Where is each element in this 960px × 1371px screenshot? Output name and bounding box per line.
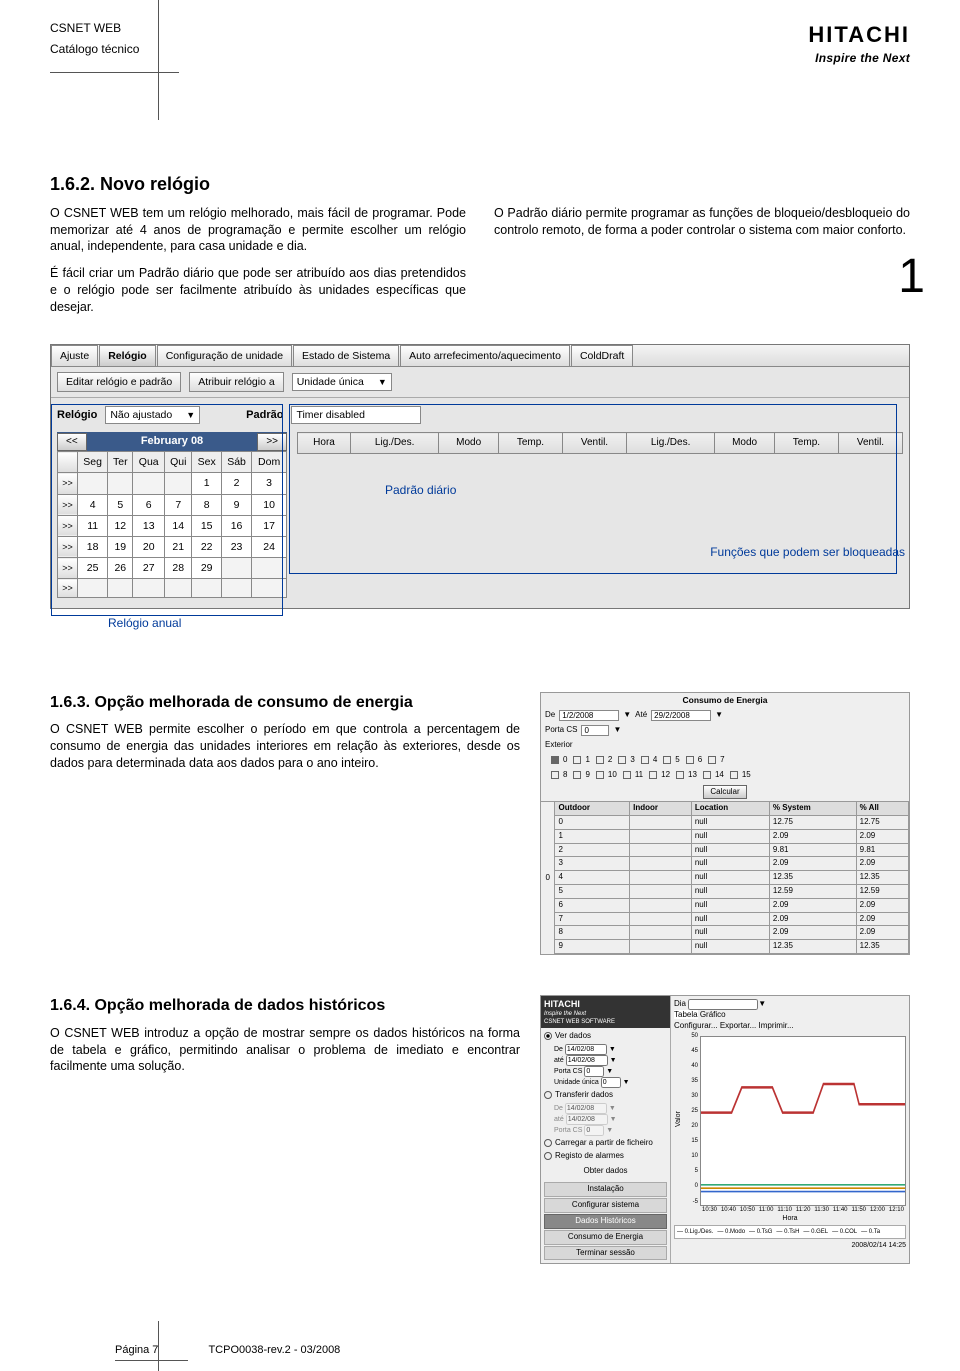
chapter-number: 1 — [898, 245, 925, 310]
para-162-3: O Padrão diário permite programar as fun… — [494, 205, 910, 239]
tab-config-unidade[interactable]: Configuração de unidade — [157, 345, 292, 366]
chevron-down-icon[interactable]: ▼ — [715, 710, 723, 721]
chart-legend: — 0.Lig./Des. — 0.Modo — 0.TsG — 0.TsH —… — [674, 1225, 906, 1239]
chevron-down-icon[interactable]: ▼ — [613, 725, 621, 736]
screenshot-consumo-energia: Consumo de Energia De ▼ Até ▼ Porta CS ▼ — [540, 692, 910, 955]
para-162-2: É fácil criar um Padrão diário que pode … — [50, 265, 466, 316]
tab-ajuste[interactable]: Ajuste — [51, 345, 98, 366]
page-number: Página 7 — [115, 1343, 188, 1361]
screenshot-dados-historicos: HITACHI Inspire the Next CSNET WEB SOFTW… — [540, 995, 910, 1264]
tab-colddraft[interactable]: ColdDraft — [571, 345, 633, 366]
tab-grafico[interactable]: Gráfico — [700, 1010, 726, 1019]
consumo-table: OutdoorIndoorLocation% System% All 0null… — [554, 801, 909, 954]
timestamp: 2008/02/14 14:25 — [674, 1241, 906, 1250]
tab-tabela[interactable]: Tabela — [674, 1010, 698, 1019]
radio-transferir[interactable] — [544, 1091, 552, 1099]
nav-consumo[interactable]: Consumo de Energia — [544, 1230, 667, 1245]
page-footer: Página 7 TCPO0038-rev.2 - 03/2008 — [115, 1343, 960, 1361]
de-input[interactable] — [559, 710, 619, 721]
unit-select[interactable]: Unidade única▼ — [292, 373, 392, 391]
hitachi-tagline: Inspire the Next — [808, 50, 910, 66]
header-subtitle: Catálogo técnico — [50, 41, 139, 57]
nav-terminar[interactable]: Terminar sessão — [544, 1246, 667, 1261]
imprimir-button[interactable]: Imprimir... — [759, 1021, 794, 1030]
tab-auto-arref[interactable]: Auto arrefecimento/aquecimento — [400, 345, 570, 366]
section-heading-163: 1.6.3. Opção melhorada de consumo de ene… — [50, 692, 520, 714]
radio-carregar[interactable] — [544, 1139, 552, 1147]
para-163-1: O CSNET WEB permite escolher o período e… — [50, 721, 520, 772]
chevron-down-icon: ▼ — [378, 376, 387, 388]
exportar-button[interactable]: Exportar... — [720, 1021, 756, 1030]
para-164-1: O CSNET WEB introduz a opção de mostrar … — [50, 1025, 520, 1076]
nav-instalacao[interactable]: Instalação — [544, 1182, 667, 1197]
obter-dados-button[interactable]: Obter dados — [583, 1166, 627, 1175]
hitachi-logo: HITACHI — [808, 20, 910, 50]
section-heading-164: 1.6.4. Opção melhorada de dados históric… — [50, 995, 520, 1017]
header-title: CSNET WEB — [50, 20, 139, 36]
main-tabs: Ajuste Relógio Configuração de unidade E… — [51, 345, 909, 367]
doc-ref: TCPO0038-rev.2 - 03/2008 — [208, 1343, 340, 1358]
ate-input[interactable] — [651, 710, 711, 721]
chevron-down-icon[interactable]: ▼ — [623, 710, 631, 721]
history-chart — [700, 1036, 906, 1206]
screenshot-novo-relogio: Ajuste Relógio Configuração de unidade E… — [50, 344, 910, 610]
tab-relogio[interactable]: Relógio — [99, 345, 156, 366]
porta-input[interactable] — [581, 725, 609, 736]
nav-configurar[interactable]: Configurar sistema — [544, 1198, 667, 1213]
radio-ver-dados[interactable] — [544, 1032, 552, 1040]
radio-registo[interactable] — [544, 1152, 552, 1160]
page-header: CSNET WEB Catálogo técnico HITACHI Inspi… — [50, 20, 910, 82]
calcular-button[interactable]: Calcular — [703, 785, 746, 800]
nav-dados-historicos[interactable]: Dados Históricos — [544, 1214, 667, 1229]
configurar-button[interactable]: Configurar... — [674, 1021, 718, 1030]
para-162-1: O CSNET WEB tem um relógio melhorado, ma… — [50, 205, 466, 256]
section-heading-162: 1.6.2. Novo relógio — [50, 172, 910, 196]
tab-estado-sistema[interactable]: Estado de Sistema — [293, 345, 399, 366]
annotation-relogio-anual: Relógio anual — [108, 615, 910, 631]
subtab-atribuir[interactable]: Atribuir relógio a — [189, 372, 283, 392]
subtab-editar[interactable]: Editar relógio e padrão — [57, 372, 181, 392]
